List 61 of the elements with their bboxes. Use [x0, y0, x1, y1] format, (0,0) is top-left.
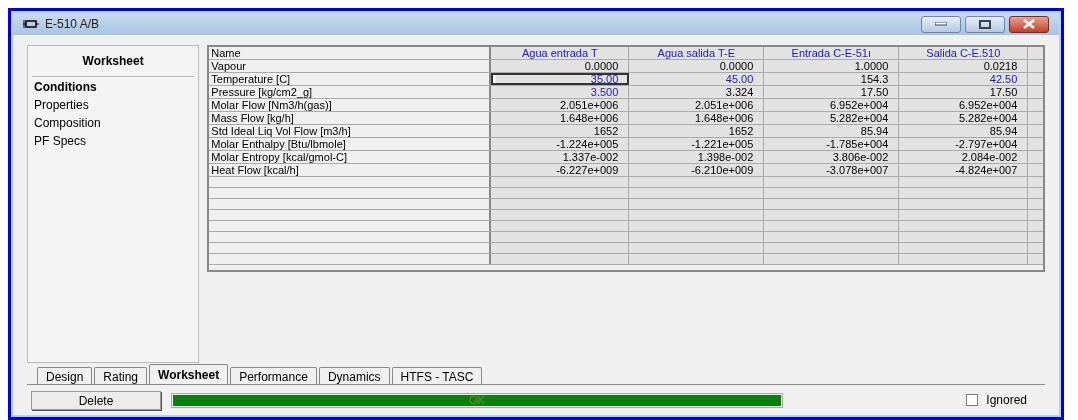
value-cell[interactable]: 1.337e-002 — [491, 151, 630, 163]
sidebar-item[interactable]: Conditions — [34, 78, 193, 96]
value-cell[interactable]: 1.648e+006 — [491, 112, 630, 124]
tab[interactable]: Design — [37, 367, 93, 384]
value-cell[interactable]: 3.806e-002 — [764, 151, 900, 163]
value-cell[interactable]: 5.282e+004 — [764, 112, 900, 124]
value-cell[interactable]: 1.398e-002 — [629, 151, 765, 163]
value-cell[interactable]: 45.00 — [629, 73, 765, 85]
value-cell[interactable]: 2.051e+006 — [629, 99, 765, 111]
value-cell[interactable]: 1.648e+006 — [629, 112, 765, 124]
value-cell[interactable]: 0.0000 — [491, 60, 630, 72]
minimize-icon — [935, 22, 947, 26]
value-cell[interactable]: -6.210e+009 — [629, 164, 765, 176]
value-cell[interactable]: -1.224e+005 — [491, 138, 630, 150]
value-cell[interactable]: 6.952e+004 — [764, 99, 900, 111]
tab[interactable]: Dynamics — [318, 367, 390, 384]
value-cell[interactable]: 35.00 — [491, 73, 630, 85]
maximize-icon — [979, 19, 991, 29]
sidebar-item[interactable]: PF Specs — [34, 132, 193, 150]
tab[interactable]: HTFS - TASC — [391, 367, 483, 384]
value-cell[interactable]: -1.221e+005 — [629, 138, 765, 150]
value-cell[interactable]: -6.227e+009 — [491, 164, 630, 176]
tab[interactable]: Performance — [230, 367, 317, 384]
value-cell[interactable]: 2.051e+006 — [491, 99, 630, 111]
ignored-checkbox[interactable]: Ignored — [966, 391, 1027, 409]
value-cell[interactable]: 3.324 — [629, 86, 765, 98]
close-icon — [1023, 19, 1035, 29]
value-cell[interactable]: 0.0000 — [629, 60, 765, 72]
value-cell[interactable]: -1.785e+004 — [764, 138, 900, 150]
column-header[interactable]: Salida C-E.510 — [899, 47, 1029, 59]
value-cell[interactable]: 42.50 — [899, 73, 1029, 85]
value-cell[interactable]: 154.3 — [764, 73, 900, 85]
value-cell[interactable]: 85.94 — [899, 125, 1029, 137]
value-cell[interactable]: 0.0218 — [899, 60, 1029, 72]
value-cell[interactable]: 1652 — [629, 125, 765, 137]
value-cell[interactable]: 17.50 — [899, 86, 1029, 98]
value-cell[interactable]: -2.797e+004 — [899, 138, 1029, 150]
window-title: E-510 A/B — [45, 16, 100, 33]
delete-button[interactable]: Delete — [31, 390, 161, 410]
sidebar-item[interactable]: Composition — [34, 114, 193, 132]
sidebar-heading: Worksheet — [32, 46, 195, 77]
value-cell[interactable]: -3.078e+007 — [764, 164, 900, 176]
exchanger-icon — [23, 19, 39, 29]
status-text: OK — [469, 394, 485, 406]
column-header[interactable]: Agua salida T-E — [629, 47, 765, 59]
value-cell[interactable]: 6.952e+004 — [899, 99, 1029, 111]
value-cell[interactable]: 17.50 — [764, 86, 900, 98]
column-header[interactable]: Entrada C-E-51ı — [764, 47, 900, 59]
value-cell[interactable]: 3.500 — [491, 86, 630, 98]
value-cell[interactable]: 2.084e-002 — [899, 151, 1029, 163]
value-cell[interactable]: 5.282e+004 — [899, 112, 1029, 124]
maximize-button[interactable] — [965, 15, 1005, 33]
value-cell[interactable]: 1.0000 — [764, 60, 900, 72]
value-cell[interactable]: 1652 — [491, 125, 630, 137]
column-header[interactable]: Agua entrada T — [491, 47, 630, 59]
value-cell[interactable]: 85.94 — [764, 125, 900, 137]
tab[interactable]: Worksheet — [149, 364, 229, 384]
sidebar-item[interactable]: Properties — [34, 96, 193, 114]
close-button[interactable] — [1009, 15, 1049, 33]
tab[interactable]: Rating — [94, 367, 148, 384]
value-cell[interactable]: -4.824e+007 — [899, 164, 1029, 176]
